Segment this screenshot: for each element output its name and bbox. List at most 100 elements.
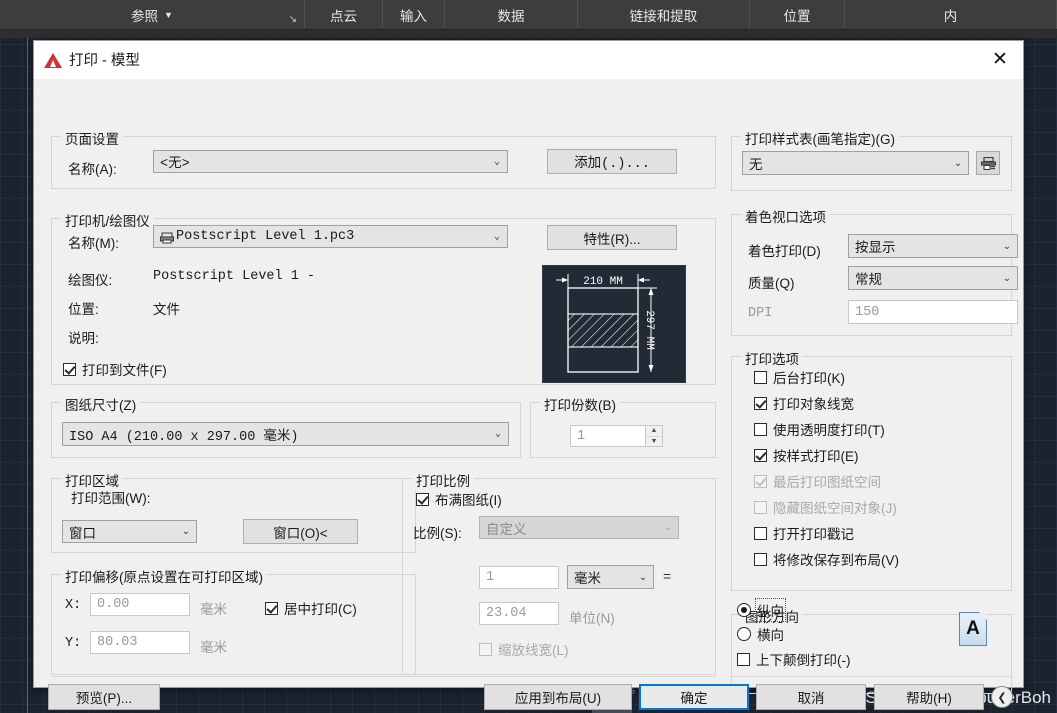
plot-option-background[interactable]: 后台打印(K) <box>754 367 845 387</box>
add-page-setup-button[interactable]: 添加(.)... <box>547 149 677 174</box>
offset-y-input[interactable]: 80.03 <box>90 631 190 654</box>
svg-text:210 MM: 210 MM <box>583 276 623 288</box>
fit-to-paper-label: 布满图纸(I) <box>435 493 502 508</box>
plot-style-combo[interactable]: 无 ⌄ <box>742 151 969 175</box>
dpi-input[interactable]: 150 <box>848 300 1018 324</box>
center-plot-checkbox[interactable]: 居中打印(C) <box>265 598 357 618</box>
chevron-down-icon: ⌄ <box>1002 272 1012 284</box>
orientation-icon-letter: A <box>966 618 980 639</box>
plot-option-label: 将修改保存到布局(V) <box>773 553 899 568</box>
plot-option-hide-paperspace[interactable]: 隐藏图纸空间对象(J) <box>754 497 897 517</box>
scale-value: 自定义 <box>486 521 527 537</box>
shade-plot-combo[interactable]: 按显示 ⌄ <box>848 234 1018 258</box>
scale-numerator-input[interactable]: 1 <box>479 566 559 589</box>
dialog-title: 打印 - 模型 <box>69 53 140 69</box>
ribbon-tab-link-extract[interactable]: 链接和提取 <box>578 0 750 29</box>
orientation-landscape-radio[interactable]: 横向 <box>737 624 784 644</box>
scale-lineweights-checkbox[interactable]: 缩放线宽(L) <box>479 639 569 659</box>
page-setup-name-label: 名称(A): <box>68 162 117 177</box>
shade-plot-label: 着色打印(D) <box>748 244 821 259</box>
scale-denominator-value: 23.04 <box>486 606 527 621</box>
scale-unit-combo[interactable]: 毫米 ⌄ <box>567 565 654 589</box>
plot-option-label: 隐藏图纸空间对象(J) <box>773 501 897 516</box>
scale-combo[interactable]: 自定义 ⌄ <box>479 516 679 539</box>
paper-size-combo[interactable]: ISO A4 (210.00 x 297.00 毫米) ⌄ <box>62 422 509 446</box>
dpi-value: 150 <box>855 304 880 320</box>
plotter-device-icon <box>160 232 174 244</box>
page-setup-name-combo[interactable]: <无> ⌄ <box>153 150 508 173</box>
orientation-portrait-radio[interactable]: 纵向 <box>737 598 786 622</box>
offset-y-label: Y: <box>65 636 82 651</box>
crosshair-vertical-line <box>27 30 28 713</box>
printer-properties-button[interactable]: 特性(R)... <box>547 225 677 250</box>
plot-offset-group: 打印偏移(原点设置在可打印区域) <box>51 566 416 675</box>
ribbon-tab-bar[interactable]: 参照 ▼ ↘ 点云 输入 数据 链接和提取 位置 内 <box>0 0 1057 30</box>
chevron-down-icon: ⌄ <box>1002 240 1012 252</box>
offset-x-unit: 毫米 <box>200 602 227 617</box>
copies-input[interactable]: 1 <box>570 425 646 447</box>
plot-option-plot-styles[interactable]: 按样式打印(E) <box>754 445 859 465</box>
ribbon-tab-partial[interactable]: 内 <box>845 0 1057 29</box>
collapse-panel-icon[interactable]: ❮ <box>991 686 1013 708</box>
plot-style-edit-icon[interactable] <box>976 151 1000 175</box>
scale-denominator-input[interactable]: 23.04 <box>479 602 559 625</box>
panel-expand-icon[interactable]: ↘ <box>289 14 297 25</box>
scale-label: 比例(S): <box>413 526 462 541</box>
fit-to-paper-checkbox[interactable]: 布满图纸(I) <box>416 489 502 509</box>
printer-name-combo[interactable]: Postscript Level 1.pc3 ⌄ <box>153 225 508 248</box>
dialog-titlebar[interactable]: 打印 - 模型 ✕ <box>34 41 1023 79</box>
checkbox-box <box>754 526 767 540</box>
plot-option-label: 后台打印(K) <box>773 371 845 386</box>
equals-sign: = <box>663 568 672 584</box>
checkbox-box <box>754 396 767 410</box>
plot-option-transparency[interactable]: 使用透明度打印(T) <box>754 419 885 439</box>
chevron-down-icon: ⌄ <box>493 231 501 243</box>
plot-to-file-checkbox[interactable]: 打印到文件(F) <box>63 359 167 379</box>
ribbon-tab-location[interactable]: 位置 <box>750 0 845 29</box>
plot-option-lineweights[interactable]: 打印对象线宽 <box>754 393 854 413</box>
plotter-label: 绘图仪: <box>68 273 113 288</box>
plot-option-save-changes[interactable]: 将修改保存到布局(V) <box>754 549 899 569</box>
checkbox-box <box>754 474 767 488</box>
close-icon[interactable]: ✕ <box>977 41 1023 79</box>
help-button[interactable]: 帮助(H) <box>874 684 984 710</box>
shaded-viewport-group-title: 着色视口选项 <box>741 206 830 226</box>
ribbon-tab-point-cloud[interactable]: 点云 <box>305 0 383 29</box>
plot-option-stamp[interactable]: 打开打印戳记 <box>754 523 854 543</box>
stepper-down-icon[interactable]: ▼ <box>646 437 662 447</box>
ribbon-tab-label: 参照 <box>131 8 159 24</box>
ribbon-tab-reference[interactable]: 参照 ▼ ↘ <box>0 0 305 29</box>
page-setup-group-title: 页面设置 <box>61 128 123 148</box>
ok-button[interactable]: 确定 <box>639 684 749 710</box>
copies-group-title: 打印份数(B) <box>540 394 620 414</box>
ribbon-tab-label: 点云 <box>330 8 357 24</box>
chevron-down-icon: ⌄ <box>663 522 673 533</box>
center-plot-label: 居中打印(C) <box>284 602 357 617</box>
offset-x-input[interactable]: 0.00 <box>90 593 190 616</box>
scale-unit-value: 毫米 <box>574 571 601 586</box>
offset-x-label: X: <box>65 598 82 613</box>
quality-combo[interactable]: 常规 ⌄ <box>848 266 1018 290</box>
ribbon-tab-input[interactable]: 输入 <box>383 0 445 29</box>
plot-option-paperspace-last[interactable]: 最后打印图纸空间 <box>754 471 881 491</box>
orientation-upside-down-checkbox[interactable]: 上下颠倒打印(-) <box>737 649 851 669</box>
checkbox-box <box>265 601 278 615</box>
ribbon-tab-data[interactable]: 数据 <box>445 0 578 29</box>
preview-button[interactable]: 预览(P)... <box>48 684 160 710</box>
window-pick-button[interactable]: 窗口(O)< <box>243 519 358 544</box>
cancel-button[interactable]: 取消 <box>756 684 866 710</box>
checkbox-box <box>754 422 767 436</box>
offset-x-value: 0.00 <box>97 597 130 612</box>
printer-name-label: 名称(M): <box>68 236 119 251</box>
chevron-down-icon: ▼ <box>164 9 173 20</box>
stepper-up-icon[interactable]: ▲ <box>646 426 662 437</box>
plot-range-combo[interactable]: 窗口 ⌄ <box>62 520 197 543</box>
copies-stepper[interactable]: ▲ ▼ <box>646 425 663 447</box>
location-label: 位置: <box>68 302 99 317</box>
checkbox-box <box>754 370 767 384</box>
ribbon-tab-label: 输入 <box>400 8 427 24</box>
scale-numerator-value: 1 <box>486 570 495 585</box>
checkbox-box <box>737 652 750 666</box>
plot-option-label: 打开打印戳记 <box>773 527 854 542</box>
apply-to-layout-button[interactable]: 应用到布局(U) <box>484 684 632 710</box>
